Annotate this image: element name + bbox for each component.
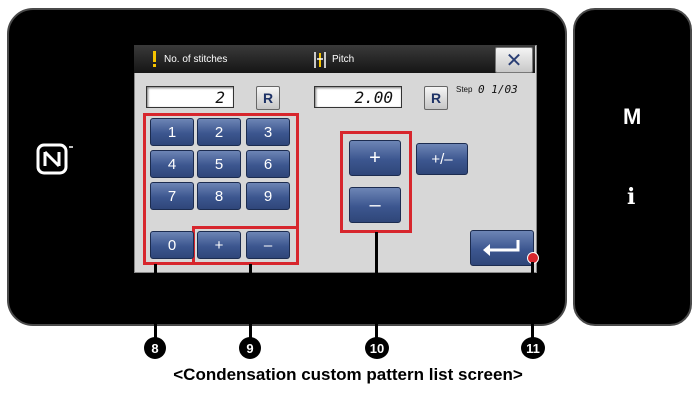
key-2[interactable]: 2 xyxy=(197,118,241,146)
pitch-minus-button[interactable]: – xyxy=(349,187,401,223)
key-7[interactable]: 7 xyxy=(150,182,194,210)
key-0[interactable]: 0 xyxy=(150,231,194,259)
key-6[interactable]: 6 xyxy=(246,150,290,178)
callout-10: 10 xyxy=(365,337,389,359)
leader-line xyxy=(375,232,378,338)
close-button[interactable]: ✕ xyxy=(495,47,533,73)
nfc-icon[interactable] xyxy=(36,143,76,177)
leader-line xyxy=(531,262,534,338)
callout-8: 8 xyxy=(144,337,166,359)
enter-button[interactable] xyxy=(470,230,534,266)
pitch-header-label: Pitch xyxy=(332,54,355,65)
pitch-input[interactable]: 2.00 xyxy=(314,86,402,108)
stitches-header-label: No. of stitches xyxy=(164,54,228,65)
key-3[interactable]: 3 xyxy=(246,118,290,146)
leader-line xyxy=(154,264,157,338)
step-label: Step xyxy=(456,85,473,94)
pitch-reset-button[interactable]: R xyxy=(424,86,448,110)
pin-icon xyxy=(153,51,156,67)
callout-9: 9 xyxy=(239,337,261,359)
stitches-reset-button[interactable]: R xyxy=(256,86,280,110)
leader-line xyxy=(249,264,252,338)
close-icon: ✕ xyxy=(505,49,523,72)
figure-caption: <Condensation custom pattern list screen… xyxy=(173,365,523,384)
callout-11: 11 xyxy=(521,337,545,359)
stitches-input[interactable]: 2 xyxy=(146,86,234,108)
sign-toggle-button[interactable]: +/– xyxy=(416,143,468,175)
pitch-plus-button[interactable]: + xyxy=(349,140,401,176)
key-5[interactable]: 5 xyxy=(197,150,241,178)
enter-icon xyxy=(483,240,520,256)
pitch-icon xyxy=(314,52,326,68)
info-button[interactable]: i xyxy=(627,184,635,210)
key-minus[interactable]: – xyxy=(246,231,290,259)
key-9[interactable]: 9 xyxy=(246,182,290,210)
key-8[interactable]: 8 xyxy=(197,182,241,210)
side-panel xyxy=(573,8,692,326)
key-plus[interactable]: + xyxy=(197,231,241,259)
mode-button[interactable]: M xyxy=(623,104,641,130)
key-4[interactable]: 4 xyxy=(150,150,194,178)
key-1[interactable]: 1 xyxy=(150,118,194,146)
step-value: 0 1/03 xyxy=(478,83,518,96)
